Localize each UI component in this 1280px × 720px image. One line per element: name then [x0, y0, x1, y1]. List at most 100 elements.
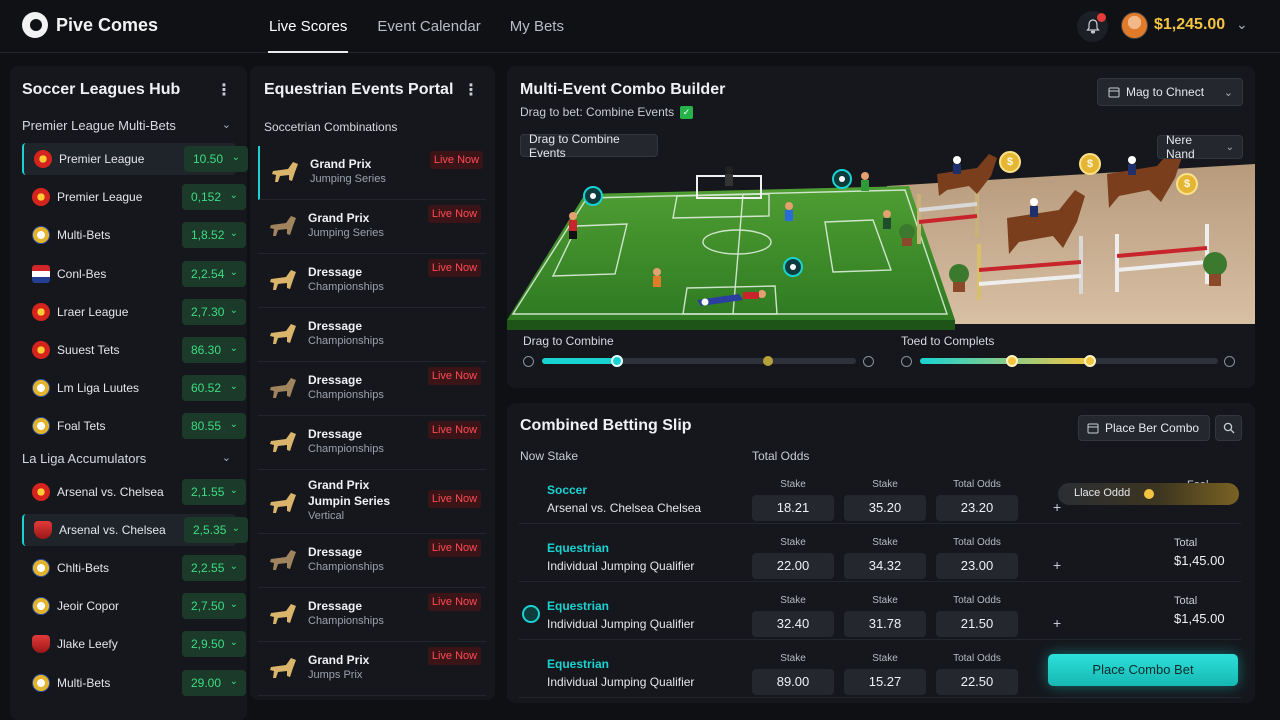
- group-header[interactable]: La Liga Accumulators: [22, 451, 146, 466]
- app-logo[interactable]: Pive Comes: [22, 12, 158, 38]
- connect-button-label: Mag to Chnect: [1126, 85, 1205, 99]
- drag-to-combine-tag[interactable]: Drag to Combine Events: [520, 132, 658, 160]
- group-chevron-down-icon[interactable]: ⌄: [222, 118, 231, 131]
- odds-value: 0,152: [191, 190, 222, 205]
- event-name: Dressage: [308, 599, 363, 613]
- column-label: Stake: [872, 479, 898, 490]
- value-field[interactable]: 23.00: [936, 553, 1018, 579]
- slip-row[interactable]: Equestrian Individual Jumping Qualifier St…: [519, 583, 1241, 640]
- odds-button[interactable]: 1,8.52 ⌄: [182, 222, 246, 249]
- odds-button[interactable]: 2,9.50 ⌄: [182, 631, 246, 658]
- value-field[interactable]: 22.00: [752, 553, 834, 579]
- league-row[interactable]: Premier League 0,152 ⌄: [22, 181, 246, 213]
- value-field[interactable]: 32.40: [752, 611, 834, 637]
- avatar[interactable]: [1121, 12, 1148, 39]
- league-row[interactable]: Premier League 10.50 ⌄: [22, 143, 248, 175]
- event-row[interactable]: Dressage Championships Live Now: [258, 254, 486, 308]
- add-icon[interactable]: +: [1053, 615, 1061, 631]
- league-row[interactable]: Lm Liga Luutes 60.52 ⌄: [22, 372, 246, 404]
- odds-button[interactable]: 60.52 ⌄: [182, 375, 246, 402]
- equestrian-more-icon[interactable]: ⋮: [463, 80, 479, 100]
- event-row[interactable]: Grand Prix Jumps Prix Live Now: [258, 642, 486, 696]
- place-combo-bet-button[interactable]: Place Combo Bet: [1048, 654, 1238, 686]
- value-field[interactable]: 15.27: [844, 669, 926, 695]
- league-row[interactable]: Conl-Bes 2,2.54 ⌄: [22, 258, 246, 290]
- slider-track[interactable]: [542, 355, 856, 367]
- odds-chevron-down-icon: ⌄: [229, 228, 238, 240]
- value-field[interactable]: 35.20: [844, 495, 926, 521]
- odds-button[interactable]: 0,152 ⌄: [182, 184, 246, 211]
- soccer-more-icon[interactable]: ⋮: [216, 80, 232, 100]
- team-crest-icon: [34, 150, 52, 168]
- group-header[interactable]: Premier League Multi-Bets: [22, 118, 176, 133]
- tab-my-bets[interactable]: My Bets: [510, 0, 564, 53]
- search-button[interactable]: [1215, 415, 1242, 441]
- notifications-button[interactable]: [1077, 11, 1108, 42]
- odds-button[interactable]: 80.55 ⌄: [182, 413, 246, 440]
- value-field[interactable]: 22.50: [936, 669, 1018, 695]
- place-odds-knob[interactable]: [1144, 489, 1154, 499]
- odds-button[interactable]: 2,7.30 ⌄: [182, 298, 246, 325]
- odds-button[interactable]: 2,1.55 ⌄: [182, 478, 246, 505]
- slider-marker[interactable]: [763, 356, 774, 366]
- horse-icon: [268, 601, 302, 625]
- league-row[interactable]: Arsenal vs. Chelsea 2,1.55 ⌄: [22, 476, 246, 508]
- slider-knob[interactable]: [611, 355, 624, 367]
- league-row[interactable]: Arsenal vs. Chelsea 2,5.35 ⌄: [22, 513, 248, 546]
- add-icon[interactable]: +: [1053, 557, 1061, 573]
- value-field[interactable]: 89.00: [752, 669, 834, 695]
- event-row[interactable]: Dressage Championships Live Now: [258, 362, 486, 416]
- tab-event-calendar[interactable]: Event Calendar: [377, 0, 480, 53]
- league-name: Conl-Bes: [57, 266, 107, 281]
- league-row[interactable]: Suuest Tets 86.30 ⌄: [22, 334, 246, 366]
- notification-dot: [1097, 13, 1106, 22]
- event-row[interactable]: Dressage Championships: [258, 308, 486, 362]
- odds-button[interactable]: 2,7.50 ⌄: [182, 593, 246, 620]
- tab-live-scores[interactable]: Live Scores: [268, 0, 349, 53]
- slider-track[interactable]: [920, 355, 1218, 367]
- slider-knob[interactable]: [1083, 355, 1096, 367]
- place-ber-combo-button[interactable]: Place Ber Combo: [1078, 415, 1210, 441]
- value-field[interactable]: 23.20: [936, 495, 1018, 521]
- team-crest-icon: [32, 482, 50, 501]
- live-now-badge: Live Now: [428, 205, 481, 223]
- odds-value: 80.55: [191, 419, 222, 434]
- team-crest-icon: [32, 379, 50, 398]
- nere-nand-dropdown[interactable]: Nere Nand ⌄: [1157, 133, 1243, 161]
- account-chevron-down-icon[interactable]: ⌄: [1236, 16, 1248, 33]
- league-row[interactable]: Lraer League 2,7.30 ⌄: [22, 296, 246, 328]
- event-row[interactable]: Grand Prix Jumping Series Live Now: [258, 200, 486, 254]
- odds-button[interactable]: 10.50 ⌄: [184, 146, 248, 172]
- odds-button[interactable]: 2,2.55 ⌄: [182, 555, 246, 581]
- league-row[interactable]: Chlti-Bets 2,2.55 ⌄: [22, 552, 246, 584]
- value-field[interactable]: 21.50: [936, 611, 1018, 637]
- slider-knob[interactable]: [1006, 355, 1019, 367]
- odds-button[interactable]: 86.30 ⌄: [182, 337, 246, 363]
- event-name: Dressage: [308, 373, 363, 387]
- odds-button[interactable]: 2,2.54 ⌄: [182, 260, 246, 287]
- event-row[interactable]: Dressage Championships Live Now: [258, 416, 486, 470]
- slip-row[interactable]: Equestrian Individual Jumping Qualifier St…: [519, 525, 1241, 582]
- value-field[interactable]: 34.32: [844, 553, 926, 579]
- event-row[interactable]: Grand Prix Jumping Series Live Now: [258, 146, 486, 200]
- event-row[interactable]: Grand Prix Jumpin Series Vertical Live Now: [258, 470, 486, 534]
- league-row[interactable]: Multi-Bets 29.00 ⌄: [22, 667, 246, 699]
- event-row[interactable]: Dressage Championships Live Now: [258, 534, 486, 588]
- odds-value: 2,7.50: [191, 599, 225, 614]
- value-field[interactable]: 31.78: [844, 611, 926, 637]
- league-row[interactable]: Multi-Bets 1,8.52 ⌄: [22, 219, 246, 251]
- search-icon: [1223, 422, 1234, 434]
- connect-button[interactable]: Mag to Chnect ⌄: [1097, 78, 1243, 106]
- place-odds-slider[interactable]: Llace Oddd: [1058, 483, 1239, 505]
- event-detail: Championships: [308, 443, 384, 455]
- event-row[interactable]: Dressage Championships Live Now: [258, 588, 486, 642]
- league-row[interactable]: Jeoir Copor 2,7.50 ⌄: [22, 590, 246, 622]
- odds-button[interactable]: 29.00 ⌄: [182, 669, 246, 696]
- league-row[interactable]: Jlake Leefy 2,9.50 ⌄: [22, 628, 246, 660]
- group-chevron-down-icon[interactable]: ⌄: [222, 451, 231, 464]
- league-row[interactable]: Foal Tets 80.55 ⌄: [22, 410, 246, 442]
- odds-button[interactable]: 2,5.35 ⌄: [184, 516, 248, 543]
- value-field[interactable]: 18.21: [752, 495, 834, 521]
- team-crest-icon: [32, 226, 50, 245]
- odds-chevron-down-icon: ⌄: [229, 675, 238, 687]
